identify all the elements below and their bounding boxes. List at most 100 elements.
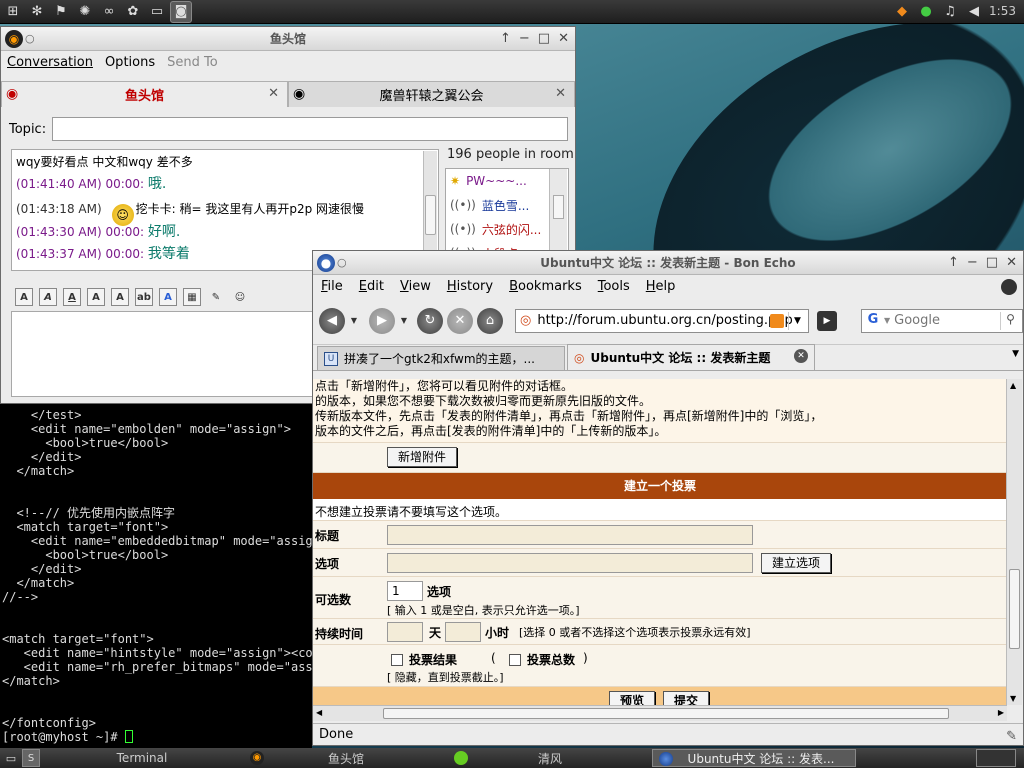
scrollbar-thumb[interactable] [425, 195, 436, 235]
maximize-icon[interactable]: □ [538, 31, 550, 46]
show-desktop-icon[interactable]: ▭ [2, 749, 20, 767]
close-icon[interactable]: ✕ [1006, 255, 1017, 270]
maximize-icon[interactable]: □ [986, 255, 998, 270]
menu-edit[interactable]: Edit [359, 279, 384, 294]
google-icon[interactable]: G [864, 312, 882, 330]
circles-icon[interactable]: ∞ [98, 1, 120, 23]
windows-logo-icon[interactable]: ⊞ [2, 1, 24, 23]
chevron-up-icon[interactable]: ▲ [1010, 381, 1016, 390]
chevron-down-icon[interactable]: ▼ [1012, 349, 1019, 359]
font-face-icon[interactable]: ab [135, 288, 153, 306]
chevron-left-icon[interactable]: ◀ [316, 708, 322, 717]
workspace-switcher-icon[interactable] [976, 749, 1016, 767]
volume-icon[interactable]: ◀ [964, 1, 984, 21]
topic-input[interactable] [52, 117, 569, 141]
popup-blocked-icon[interactable]: ✎ [1006, 726, 1017, 748]
stop-icon[interactable]: ✕ [447, 307, 473, 334]
browser-titlebar[interactable]: ● ○ Ubuntu中文 论坛 :: 发表新主题 - Bon Echo ↑ − … [313, 251, 1023, 275]
close-icon[interactable]: ✕ [268, 86, 279, 101]
hide-results-checkbox[interactable] [391, 654, 403, 666]
tab-yutouguan[interactable]: ◉ 鱼头馆 ✕ [1, 81, 288, 107]
background-color-icon[interactable]: ▦ [183, 288, 201, 306]
minimize-icon[interactable]: − [519, 31, 530, 46]
menu-view[interactable]: View [400, 279, 431, 294]
max-choices-input[interactable]: 1 [387, 581, 423, 601]
chevron-down-icon[interactable]: ▼ [349, 316, 359, 325]
back-icon[interactable]: ◀ [319, 307, 345, 334]
italic-font-icon[interactable]: A [39, 288, 57, 306]
days-input[interactable] [387, 622, 423, 642]
hide-total-checkbox[interactable] [509, 654, 521, 666]
forward-icon[interactable]: ▶ [369, 307, 395, 334]
close-icon[interactable]: ✕ [794, 349, 808, 363]
page-horizontal-scrollbar[interactable]: ◀ ▶ [313, 705, 1007, 721]
bold-font-icon[interactable]: A [15, 288, 33, 306]
chevron-down-icon[interactable]: ▼ [399, 316, 409, 325]
clock[interactable]: 1:53 [989, 4, 1016, 18]
menu-tools[interactable]: Tools [598, 279, 630, 294]
font-smaller-icon[interactable]: A [111, 288, 129, 306]
scrollbar-thumb[interactable] [1009, 569, 1020, 649]
fox-icon[interactable]: ◆ [892, 1, 912, 21]
up-arrow-icon[interactable]: ↑ [500, 31, 511, 46]
menu-bookmarks[interactable]: Bookmarks [509, 279, 582, 294]
close-icon[interactable]: ✕ [558, 31, 569, 46]
menu-file[interactable]: File [321, 279, 343, 294]
home-icon[interactable]: ⌂ [477, 307, 503, 334]
go-icon[interactable]: ▶ [817, 310, 837, 331]
font-larger-icon[interactable]: A [87, 288, 105, 306]
pinwheel-icon[interactable]: ✺ [74, 1, 96, 23]
minimize-icon[interactable]: − [967, 255, 978, 270]
chevron-down-icon[interactable]: ▼ [1010, 694, 1016, 703]
poll-option-input[interactable] [387, 553, 753, 573]
terminal-window[interactable]: </test> <edit name="embolden" mode="assi… [0, 404, 312, 748]
menu-send-to[interactable]: Send To [167, 55, 218, 70]
tab-gtk2-theme[interactable]: U 拼凑了一个gtk2和xfwm的主题，... [317, 346, 565, 370]
terminal-icon[interactable]: S [22, 749, 40, 767]
camera-icon[interactable]: ◙ [170, 0, 192, 23]
create-option-button[interactable]: 建立选项 [761, 553, 832, 573]
music-icon[interactable]: ♫ [940, 1, 960, 21]
rss-feed-icon[interactable] [770, 313, 784, 328]
smiley-icon[interactable]: ☺ [231, 288, 249, 306]
search-icon[interactable]: ⚲ [1000, 311, 1020, 330]
paw-icon[interactable]: ✿ [122, 1, 144, 23]
up-arrow-icon[interactable]: ↑ [948, 255, 959, 270]
task-browser[interactable]: Ubuntu中文 论坛 :: 发表... [652, 749, 856, 767]
window-icon[interactable]: ▭ [146, 1, 168, 23]
add-attachment-button[interactable]: 新增附件 [387, 447, 458, 467]
menu-options[interactable]: Options [105, 55, 155, 70]
scrollbar-thumb[interactable] [553, 195, 564, 219]
qq-penguin-icon: ◉ [250, 751, 264, 765]
preview-button[interactable]: 预览 [609, 691, 656, 705]
hours-unit: 小时 [485, 626, 510, 640]
submit-button[interactable]: 提交 [663, 691, 710, 705]
link-brush-icon[interactable]: ✎ [207, 288, 225, 306]
flag-icon[interactable]: ⚑ [50, 1, 72, 23]
menu-history[interactable]: History [447, 279, 493, 294]
gear-icon[interactable]: ✻ [26, 1, 48, 23]
url-bar[interactable]: ◎ http://forum.ubuntu.org.cn/posting.php… [515, 308, 809, 333]
poll-question-input[interactable] [387, 525, 753, 545]
reload-icon[interactable]: ↻ [417, 307, 443, 334]
chevron-down-icon[interactable]: ▼ [884, 316, 890, 325]
task-yutouguan[interactable]: ◉ 鱼头馆 [244, 749, 448, 767]
page-vertical-scrollbar[interactable]: ▲ ▼ [1006, 379, 1022, 705]
chevron-down-icon[interactable]: ▼ [788, 311, 806, 330]
search-input[interactable] [894, 313, 995, 328]
task-terminal[interactable]: Terminal [40, 749, 244, 767]
chevron-right-icon[interactable]: ▶ [998, 708, 1004, 717]
scrollbar-thumb[interactable] [383, 708, 949, 719]
task-qingfeng[interactable]: 清风 [448, 749, 652, 767]
tab-guild[interactable]: ◉ 魔兽轩辕之翼公会 ✕ [288, 81, 575, 107]
close-icon[interactable]: ✕ [555, 86, 566, 101]
network-icon[interactable]: ● [916, 1, 936, 21]
font-color-icon[interactable]: A [159, 288, 177, 306]
hours-input[interactable] [445, 622, 481, 642]
menu-conversation[interactable]: Conversation [7, 55, 93, 70]
tab-new-topic[interactable]: ◎ Ubuntu中文 论坛 :: 发表新主题 ✕ [567, 344, 815, 370]
underline-font-icon[interactable]: A [63, 288, 81, 306]
task-label: 鱼头馆 [327, 751, 364, 766]
chat-window-titlebar[interactable]: ◉ ○ 鱼头馆 ↑ − □ ✕ [1, 27, 575, 51]
menu-help[interactable]: Help [646, 279, 676, 294]
